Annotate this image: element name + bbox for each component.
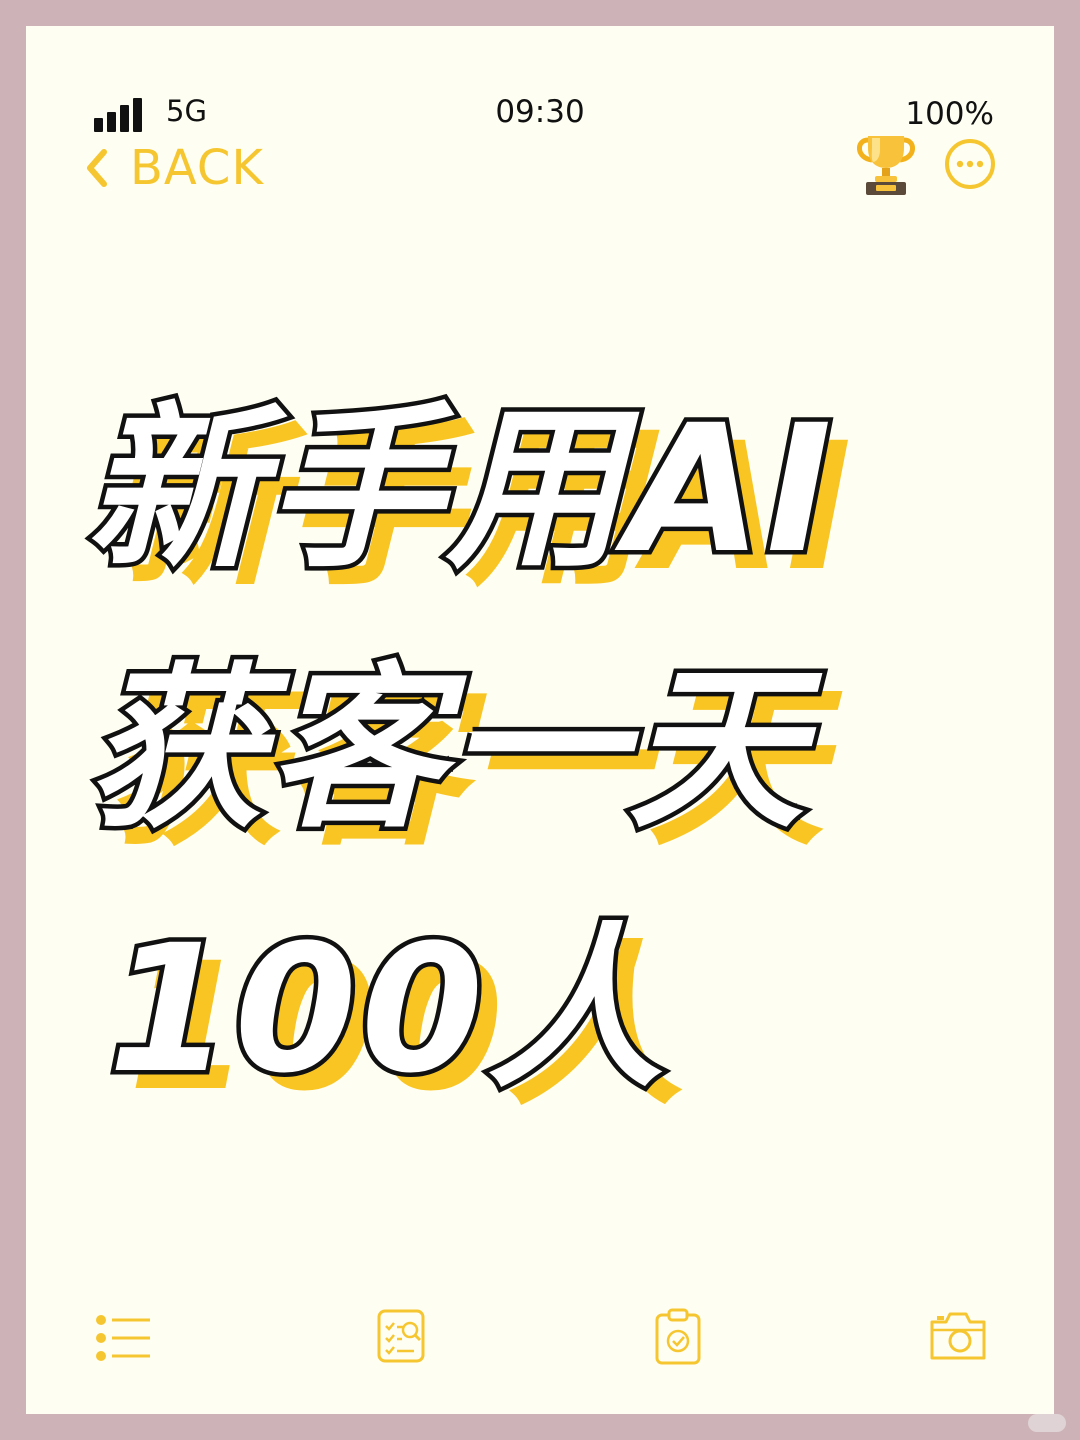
camera-icon	[928, 1308, 988, 1362]
clipboard-check-icon	[654, 1308, 702, 1366]
more-options-button[interactable]	[942, 136, 998, 192]
back-button[interactable]: BACK	[84, 136, 264, 200]
headline-line-1-text: 新手用AI	[82, 387, 837, 592]
headline-line-2-text: 获客一天	[83, 647, 809, 852]
toolbar-camera-button[interactable]	[928, 1308, 988, 1362]
phone-screen: 5G 09:30 100% BACK 新手用AI 新手用AI 获客一天 获客一天…	[26, 26, 1054, 1414]
chevron-left-icon	[84, 148, 110, 188]
list-icon	[92, 1308, 152, 1368]
back-label: BACK	[130, 140, 264, 196]
bottom-toolbar	[26, 1308, 1054, 1372]
more-horizontal-icon	[942, 139, 998, 196]
status-time: 09:30	[495, 94, 585, 130]
navigation-bar: BACK	[26, 132, 1054, 212]
trophy-icon[interactable]	[856, 132, 916, 196]
toolbar-list-button[interactable]	[92, 1308, 152, 1368]
headline-line-3-text: 100人	[103, 907, 668, 1112]
search-checklist-icon	[376, 1308, 428, 1364]
battery-level: 100%	[905, 96, 994, 132]
watermark	[1028, 1414, 1066, 1432]
toolbar-clipboard-button[interactable]	[654, 1308, 702, 1366]
toolbar-search-checklist-button[interactable]	[376, 1308, 428, 1364]
